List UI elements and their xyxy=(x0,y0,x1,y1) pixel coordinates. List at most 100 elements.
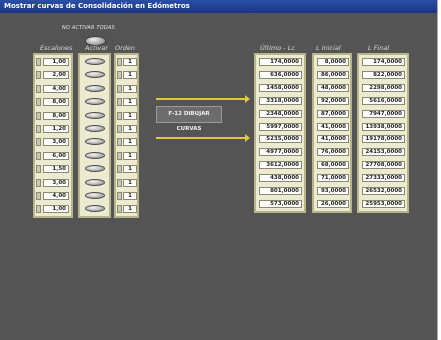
row-spinner[interactable] xyxy=(36,138,41,147)
arrow-upper xyxy=(156,95,250,103)
orden-cell[interactable]: 1 xyxy=(123,111,137,120)
activar-panel xyxy=(78,53,111,218)
orden-cell[interactable]: 1 xyxy=(123,71,137,80)
activar-toggle[interactable] xyxy=(85,205,105,213)
linicial-cell: 87,0000 xyxy=(317,109,349,118)
activar-toggle[interactable] xyxy=(85,71,105,79)
orden-panel: 1 1 1 1 1 1 1 1 1 1 1 1 xyxy=(114,53,139,218)
escalones-cell[interactable]: 4,00 xyxy=(43,84,69,93)
activar-toggle[interactable] xyxy=(85,111,105,119)
ultimo-cell: 438,0000 xyxy=(259,174,302,183)
row-spinner[interactable] xyxy=(117,58,122,66)
row-spinner[interactable] xyxy=(36,151,41,160)
ultimo-cell: 2348,0000 xyxy=(259,109,302,118)
linicial-cell: 26,0000 xyxy=(317,199,349,208)
lfinal-cell: 5616,0000 xyxy=(362,96,405,105)
escalones-cell[interactable]: 8,00 xyxy=(43,98,69,107)
lfinal-cell: 174,0000 xyxy=(362,58,405,66)
lfinal-cell: 24153,0000 xyxy=(362,148,405,157)
row-spinner[interactable] xyxy=(117,71,122,80)
escalones-cell[interactable]: 8,00 xyxy=(43,111,69,120)
linicial-cell: 93,0000 xyxy=(317,187,349,195)
row-spinner[interactable] xyxy=(36,71,41,80)
orden-cell[interactable]: 1 xyxy=(123,138,137,147)
ultimo-cell: 636,0000 xyxy=(259,70,302,79)
row-spinner[interactable] xyxy=(117,178,122,187)
app-window: Mostrar curvas de Consolidación en Edóme… xyxy=(0,0,438,340)
activar-toggle[interactable] xyxy=(85,178,105,186)
lfinal-cell: 13938,0000 xyxy=(362,122,405,131)
linicial-cell: 41,0000 xyxy=(317,122,349,131)
escalones-cell[interactable]: 6,00 xyxy=(43,151,69,160)
escalones-cell[interactable]: 1,20 xyxy=(43,125,69,133)
escalones-cell[interactable]: 2,00 xyxy=(43,71,69,80)
row-spinner[interactable] xyxy=(36,125,41,133)
escalones-cell[interactable]: 1,00 xyxy=(43,205,69,214)
linicial-cell: 41,0000 xyxy=(317,135,349,144)
ultimo-cell: 801,0000 xyxy=(259,187,302,195)
orden-cell[interactable]: 1 xyxy=(123,205,137,214)
row-spinner[interactable] xyxy=(36,84,41,93)
orden-cell[interactable]: 1 xyxy=(123,58,137,66)
row-spinner[interactable] xyxy=(36,178,41,187)
orden-cell[interactable]: 1 xyxy=(123,178,137,187)
activar-toggle[interactable] xyxy=(85,138,105,146)
ultimo-cell: 4977,0000 xyxy=(259,148,302,157)
row-spinner[interactable] xyxy=(117,111,122,120)
escalones-panel: 1,00 2,00 4,00 8,00 8,00 1,20 3,00 6,00 1,50 3,00… xyxy=(33,53,73,218)
row-spinner[interactable] xyxy=(36,192,41,200)
row-spinner[interactable] xyxy=(117,151,122,160)
escalones-cell[interactable]: 3,00 xyxy=(43,178,69,187)
lfinal-cell: 27708,0000 xyxy=(362,161,405,170)
orden-cell[interactable]: 1 xyxy=(123,84,137,93)
linicial-cell: 92,0000 xyxy=(317,96,349,105)
row-spinner[interactable] xyxy=(117,138,122,147)
linicial-cell: 48,0000 xyxy=(317,83,349,92)
ultimo-cell: 3612,0000 xyxy=(259,161,302,170)
row-spinner[interactable] xyxy=(117,98,122,107)
ultimo-cell: 3318,0000 xyxy=(259,96,302,105)
header-orden: Orden xyxy=(115,44,136,52)
row-spinner[interactable] xyxy=(36,98,41,107)
lfinal-cell: 2298,0000 xyxy=(362,83,405,92)
row-spinner[interactable] xyxy=(36,205,41,214)
l-final-panel: 174,0000 822,0000 2298,0000 5616,0000 7947,0… xyxy=(357,53,409,213)
orden-cell[interactable]: 1 xyxy=(123,98,137,107)
orden-cell[interactable]: 1 xyxy=(123,151,137,160)
row-spinner[interactable] xyxy=(117,125,122,133)
activar-toggle[interactable] xyxy=(85,165,105,173)
row-spinner[interactable] xyxy=(117,205,122,214)
lfinal-cell: 26532,0000 xyxy=(362,187,405,195)
draw-curves-button[interactable]: F-12 DIBUJAR CURVAS xyxy=(156,106,222,132)
escalones-cell[interactable]: 3,00 xyxy=(43,138,69,147)
activar-toggle[interactable] xyxy=(85,84,105,92)
row-spinner[interactable] xyxy=(36,165,41,174)
title-bar: Mostrar curvas de Consolidación en Edóme… xyxy=(0,0,437,13)
orden-cell[interactable]: 1 xyxy=(123,125,137,133)
ultimo-panel: 174,0000 636,0000 1458,0000 3318,0000 2348,0… xyxy=(254,53,306,213)
header-l-final: L Final xyxy=(368,44,390,52)
orden-cell[interactable]: 1 xyxy=(123,165,137,174)
ultimo-cell: 5997,0000 xyxy=(259,122,302,131)
activar-toggle[interactable] xyxy=(85,151,105,159)
row-spinner[interactable] xyxy=(36,58,41,66)
ultimo-cell: 5235,0000 xyxy=(259,135,302,144)
escalones-cell[interactable]: 1,00 xyxy=(43,58,69,66)
row-spinner[interactable] xyxy=(36,111,41,120)
ultimo-cell: 1458,0000 xyxy=(259,83,302,92)
escalones-cell[interactable]: 4,00 xyxy=(43,192,69,200)
row-spinner[interactable] xyxy=(117,192,122,200)
escalones-cell[interactable]: 1,50 xyxy=(43,165,69,174)
lfinal-cell: 19178,0000 xyxy=(362,135,405,144)
lfinal-cell: 27333,0000 xyxy=(362,174,405,183)
l-inicial-panel: 8,0000 86,0000 48,0000 92,0000 87,0000 41,000… xyxy=(312,53,352,213)
activar-toggle[interactable] xyxy=(85,192,105,199)
arrow-lower xyxy=(156,134,250,142)
activar-toggle[interactable] xyxy=(85,98,105,106)
orden-cell[interactable]: 1 xyxy=(123,192,137,200)
row-spinner[interactable] xyxy=(117,165,122,174)
linicial-cell: 86,0000 xyxy=(317,70,349,79)
row-spinner[interactable] xyxy=(117,84,122,93)
activar-toggle[interactable] xyxy=(85,58,105,65)
activar-toggle[interactable] xyxy=(85,125,105,132)
